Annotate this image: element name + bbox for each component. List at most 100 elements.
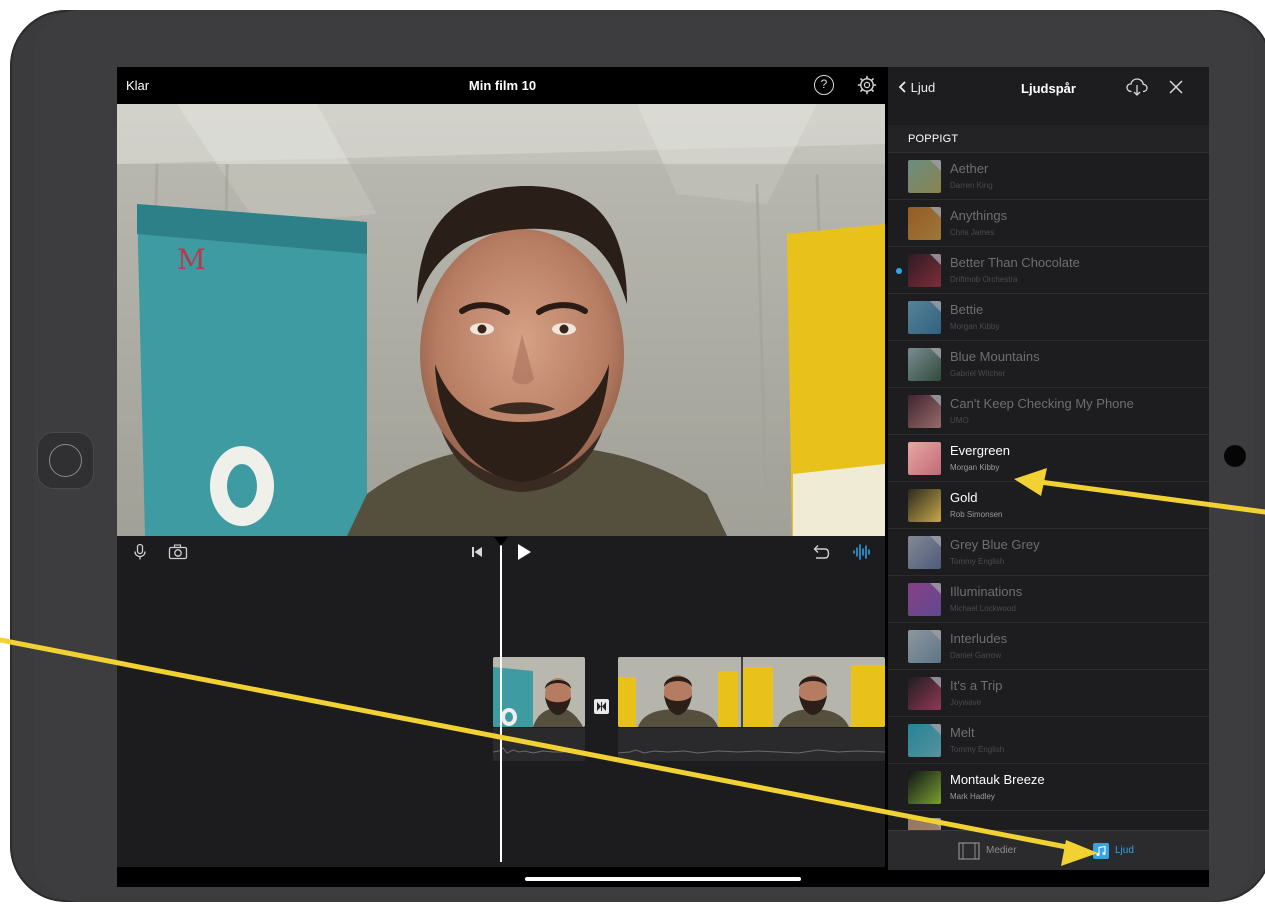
film-icon [958,842,980,860]
track-artwork [908,395,941,428]
track-row[interactable]: Illuminations Michael Lockwood [888,576,1209,623]
track-name: It's a Trip [950,678,1003,693]
download-badge-icon [930,301,941,312]
track-artwork [908,301,941,334]
download-badge-icon [930,677,941,688]
track-artist: Morgan Kibby [950,463,1000,472]
track-row[interactable]: Can't Keep Checking My Phone UMO [888,388,1209,435]
audio-browser-panel: Ljud Ljudspår POPPIGT Aether Darren King A… [888,67,1209,870]
play-icon[interactable] [515,543,533,561]
clip-thumbnail [493,657,585,727]
tab-audio-label: Ljud [1115,845,1134,856]
download-badge-icon [930,724,941,735]
track-row[interactable]: Blue Mountains Gabriel Witcher [888,341,1209,388]
front-camera [1224,445,1246,467]
track-row[interactable]: Better Than Chocolate Driftmob Orchestra [888,247,1209,294]
track-name: Better Than Chocolate [950,255,1080,270]
track-artist: UMO [950,416,969,425]
panel-tab-bar: Medier Ljud [888,830,1209,870]
clip-thumbnail [618,657,885,727]
track-name: Melt [950,725,975,740]
track-artwork [908,254,941,287]
track-artwork [908,677,941,710]
track-row[interactable]: Evergreen Morgan Kibby [888,435,1209,482]
section-header: POPPIGT [888,125,1209,153]
waveform-icon[interactable] [852,543,872,561]
track-row[interactable]: Grey Blue Grey Tommy English [888,529,1209,576]
track-row[interactable]: It's a Trip Joywave [888,670,1209,717]
panel-header: Ljud Ljudspår [888,67,1209,125]
track-row[interactable]: Aether Darren King [888,153,1209,200]
home-indicator [525,877,801,881]
track-artist: Rob Simonsen [950,510,1003,519]
section-label: POPPIGT [908,133,959,145]
undo-icon[interactable] [810,543,830,561]
download-badge-icon [930,630,941,641]
track-artist: Joywave [950,698,982,707]
timeline[interactable] [117,537,885,867]
timeline-clip[interactable] [493,657,585,727]
close-icon[interactable] [1169,80,1183,94]
track-name: Aether [950,161,989,176]
track-row[interactable]: Montauk Breeze Mark Hadley [888,764,1209,811]
track-artwork [908,771,941,804]
track-name: Bettie [950,302,984,317]
track-name: Illuminations [950,584,1023,599]
help-icon[interactable]: ? [814,75,834,95]
track-name: Blue Mountains [950,349,1040,364]
track-artwork [908,583,941,616]
track-name: Montauk Breeze [950,772,1045,787]
settings-icon[interactable] [857,75,877,95]
track-row[interactable]: Melt Tommy English [888,717,1209,764]
playhead[interactable] [500,537,502,862]
music-note-icon [1093,843,1109,859]
transition-icon[interactable] [594,699,609,714]
clip-audio-waveform [493,728,585,761]
project-title: Min film 10 [468,78,537,93]
track-row[interactable]: Gold Rob Simonsen [888,482,1209,529]
track-name: Gold [950,490,978,505]
svg-text:M: M [177,243,206,276]
track-artist: Darren King [950,181,993,190]
track-artist: Gabriel Witcher [950,369,1006,378]
track-artwork [908,724,941,757]
track-artist: Morgan Kibby [950,322,1000,331]
timeline-clip[interactable] [618,657,885,727]
download-badge-icon [930,818,941,829]
track-artist: Driftmob Orchestra [950,275,1018,284]
cloud-download-icon[interactable] [1125,77,1149,97]
home-button[interactable] [37,432,94,489]
track-artist: Chris James [950,228,995,237]
download-badge-icon [930,160,941,171]
track-name: Grey Blue Grey [950,537,1040,552]
track-name: Can't Keep Checking My Phone [950,396,1134,411]
tab-audio[interactable]: Ljud [1093,831,1163,871]
download-badge-icon [930,536,941,547]
track-row[interactable]: Interludes Daniel Garrow [888,623,1209,670]
track-artist: Tommy English [950,557,1005,566]
track-list[interactable]: Aether Darren King Anythings Chris James Bet… [888,153,1209,833]
track-artist: Tommy English [950,745,1005,754]
track-name: Interludes [950,631,1008,646]
track-row[interactable]: Bettie Morgan Kibby [888,294,1209,341]
track-row[interactable]: Anythings Chris James [888,200,1209,247]
track-artwork [908,348,941,381]
editor-top-bar: Klar Min film 10 ? [117,67,888,104]
panel-title: Ljudspår [1021,81,1076,96]
track-artist: Mark Hadley [950,792,995,801]
tab-media[interactable]: Medier [958,831,1038,871]
microphone-icon[interactable] [131,543,149,561]
home-button-ring [49,444,82,477]
track-artwork [908,442,941,475]
preview-frame-image: M [117,104,885,536]
download-badge-icon [930,207,941,218]
skip-back-icon[interactable] [470,543,484,561]
imovie-screen: Klar Min film 10 ? M Ljud Ljudspår POPPI… [117,67,1209,887]
clip-audio-waveform [618,728,885,761]
camera-icon[interactable] [168,543,188,561]
video-preview[interactable]: M [117,104,885,536]
tab-media-label: Medier [986,845,1017,856]
track-artist: Daniel Garrow [950,651,1002,660]
track-artist: Michael Lockwood [950,604,1016,613]
download-badge-icon [930,583,941,594]
